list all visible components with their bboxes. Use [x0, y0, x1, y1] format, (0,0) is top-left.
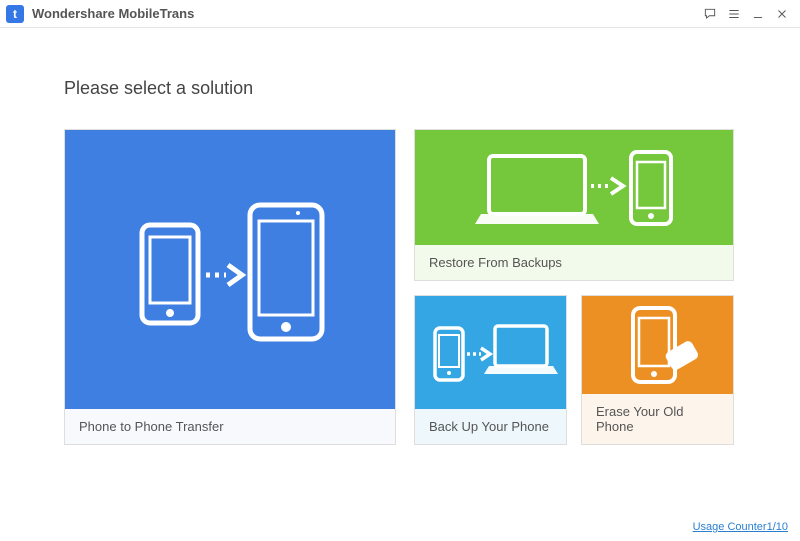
- menu-button[interactable]: [722, 2, 746, 26]
- minimize-icon: [751, 7, 765, 21]
- tile-label: Erase Your Old Phone: [582, 394, 733, 444]
- backup-icon: [415, 296, 566, 409]
- erase-icon: [582, 296, 733, 394]
- titlebar: t Wondershare MobileTrans: [0, 0, 800, 28]
- restore-icon: [415, 130, 733, 245]
- tile-restore[interactable]: Restore From Backups: [414, 129, 734, 281]
- tile-backup[interactable]: Back Up Your Phone: [414, 295, 567, 445]
- phone-to-phone-icon: [65, 130, 395, 409]
- app-logo-icon: t: [6, 5, 24, 23]
- tile-label: Restore From Backups: [415, 245, 733, 280]
- app-title: Wondershare MobileTrans: [32, 6, 194, 21]
- tile-label: Back Up Your Phone: [415, 409, 566, 444]
- close-button[interactable]: [770, 2, 794, 26]
- usage-counter-link[interactable]: Usage Counter1/10: [693, 521, 788, 533]
- minimize-button[interactable]: [746, 2, 770, 26]
- tile-phone-to-phone[interactable]: Phone to Phone Transfer: [64, 129, 396, 445]
- feedback-button[interactable]: [698, 2, 722, 26]
- hamburger-icon: [727, 7, 741, 21]
- tile-erase[interactable]: Erase Your Old Phone: [581, 295, 734, 445]
- close-icon: [775, 7, 789, 21]
- page-heading: Please select a solution: [64, 78, 736, 99]
- speech-bubble-icon: [703, 7, 717, 21]
- tile-label: Phone to Phone Transfer: [65, 409, 395, 444]
